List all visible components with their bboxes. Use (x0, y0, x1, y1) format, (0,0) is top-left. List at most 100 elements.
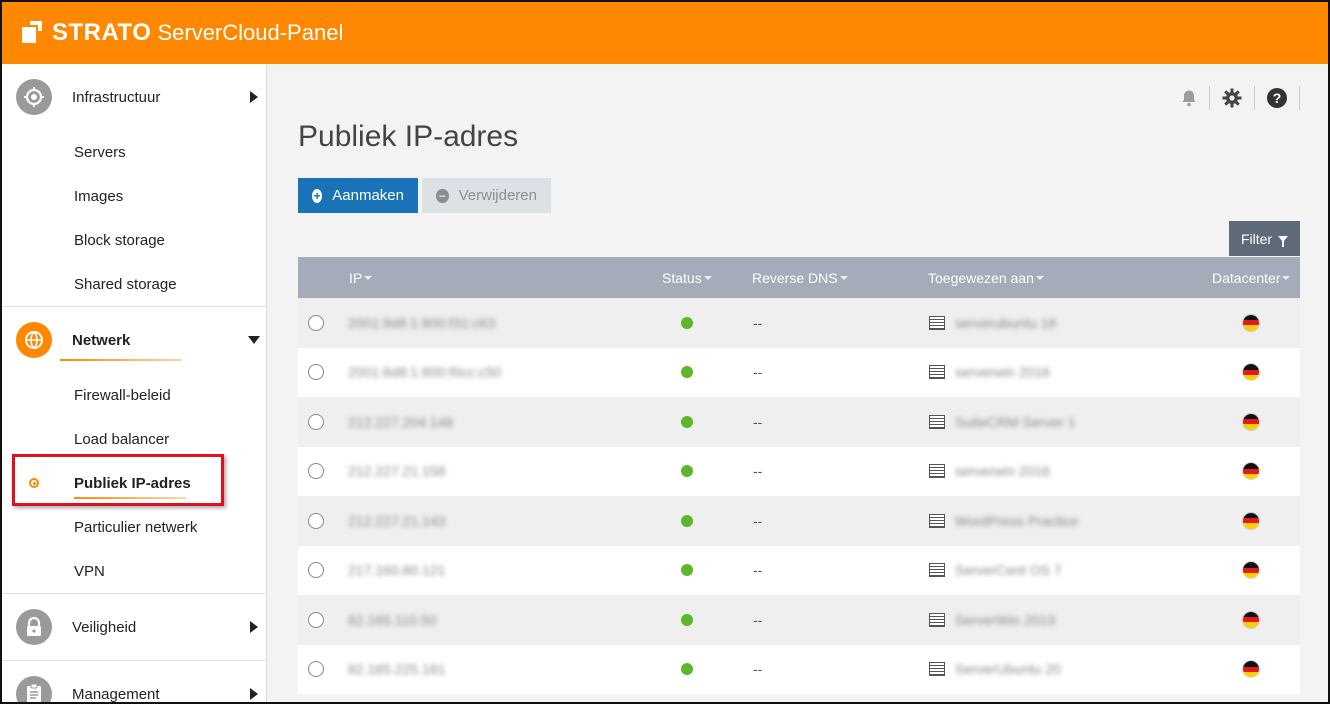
sidebar: Infrastructuur Servers Images Block stor… (2, 64, 267, 702)
ip-value: 212.227.21.158 (348, 463, 446, 480)
rdns-value: -- (753, 364, 763, 381)
sidebar-item-firewall-beleid[interactable]: Firewall-beleid (2, 373, 266, 417)
column-label: Reverse DNS (752, 269, 838, 286)
assigned-cell: serverwin 2016 (929, 348, 1050, 398)
bell-icon (1182, 90, 1196, 107)
nav-head-veiligheid[interactable]: Veiligheid (2, 594, 266, 660)
settings-button[interactable] (1210, 86, 1255, 110)
plus-circle-icon: + (312, 188, 323, 203)
ip-cell: 212.227.21.158 (348, 447, 445, 497)
assigned-cell: serverwin 2016 (929, 447, 1050, 497)
rdns-cell: -- (753, 397, 762, 447)
sidebar-item-publiek-ip-adres[interactable]: Publiek IP-adres (2, 461, 266, 505)
column-header-ip[interactable]: IP (349, 257, 373, 298)
sidebar-item-vpn[interactable]: VPN (2, 549, 266, 593)
assigned-cell: ServerCent OS 7 (929, 546, 1062, 596)
sidebar-item-load-balancer[interactable]: Load balancer (2, 417, 266, 461)
ip-cell: 2001:8d8:1:800:f0cc:c50 (348, 348, 501, 398)
row-radio[interactable] (308, 463, 324, 480)
germany-flag-icon (1243, 463, 1259, 480)
rdns-cell: -- (753, 348, 762, 398)
column-header-datacenter[interactable]: Datacenter (1212, 257, 1291, 298)
rdns-value: -- (753, 314, 763, 331)
notifications-button[interactable] (1169, 86, 1210, 110)
germany-flag-icon (1243, 611, 1259, 628)
rdns-cell: -- (753, 298, 762, 348)
ip-value: 2001:8d8:1:800:f0cc:c50 (348, 364, 502, 381)
delete-button[interactable]: − Verwijderen (422, 178, 551, 213)
row-select-cell (308, 496, 324, 546)
table-row[interactable]: 82.165.110.50 -- ServerWin 2019 (298, 595, 1300, 645)
assigned-cell: WordPress Practice (929, 496, 1078, 546)
minus-circle-icon: − (436, 188, 449, 203)
status-active-icon (681, 366, 693, 379)
app-frame: STRATO ServerCloud-Panel Infrastructuur … (0, 0, 1330, 704)
nav-section-netwerk: Netwerk Firewall-beleid Load balancer Pu… (2, 307, 266, 594)
ip-value: 212.227.204.148 (348, 413, 454, 430)
active-dot-icon (29, 478, 39, 488)
row-select-cell (308, 348, 324, 398)
assigned-value: ServerCent OS 7 (955, 562, 1062, 579)
sidebar-item-images[interactable]: Images (2, 174, 266, 218)
row-select-cell (308, 546, 324, 596)
column-header-toegewezen-aan[interactable]: Toegewezen aan (928, 257, 1044, 298)
nav-head-management[interactable]: Management (2, 661, 266, 702)
assigned-value: serverwin 2016 (955, 463, 1050, 480)
nav-label-veiligheid: Veiligheid (72, 618, 137, 636)
nav-head-infrastructuur[interactable]: Infrastructuur (2, 64, 266, 130)
table-row[interactable]: 217.160.80.121 -- ServerCent OS 7 (298, 545, 1300, 596)
germany-flag-icon (1243, 413, 1259, 430)
status-cell (681, 546, 693, 596)
ip-cell: 82.165.110.50 (348, 595, 437, 645)
rdns-cell: -- (753, 595, 762, 645)
row-radio[interactable] (308, 661, 324, 678)
server-icon (929, 662, 945, 677)
column-header-reverse-dns[interactable]: Reverse DNS (752, 257, 848, 298)
status-active-icon (681, 663, 693, 676)
sidebar-item-block-storage[interactable]: Block storage (2, 218, 266, 262)
status-cell (681, 645, 693, 695)
nav-head-netwerk[interactable]: Netwerk (2, 307, 266, 373)
top-header: STRATO ServerCloud-Panel (2, 2, 1328, 64)
sort-caret-icon (1035, 275, 1044, 280)
status-cell (681, 496, 693, 546)
sort-caret-icon (839, 275, 848, 280)
row-select-cell (308, 397, 324, 447)
help-button[interactable]: ? (1255, 86, 1300, 110)
filter-funnel-icon (1278, 235, 1289, 247)
row-radio[interactable] (308, 314, 324, 331)
row-radio[interactable] (308, 413, 324, 430)
sidebar-item-servers[interactable]: Servers (2, 130, 266, 174)
server-icon (929, 414, 945, 429)
status-cell (681, 298, 693, 348)
table-row[interactable]: 82.165.225.181 -- ServerUbuntu 20 (298, 644, 1300, 695)
ip-value: 82.165.110.50 (348, 611, 437, 628)
table-row[interactable]: 212.227.21.143 -- WordPress Practice (298, 496, 1300, 546)
chevron-right-icon (250, 688, 258, 700)
table-row[interactable]: 212.227.21.158 -- serverwin 2016 (298, 446, 1300, 497)
column-header-status[interactable]: Status (662, 257, 712, 298)
table-row[interactable]: 2001:8d8:1:800:f0cc:c50 -- serverwin 2016 (298, 347, 1300, 398)
assigned-cell: serverubuntu 18 (929, 298, 1056, 348)
datacenter-cell (1243, 645, 1259, 695)
sort-caret-icon (703, 275, 712, 280)
row-radio[interactable] (308, 611, 324, 628)
active-item-underline (74, 497, 186, 499)
assigned-cell: ServerUbuntu 20 (929, 645, 1061, 695)
filter-button[interactable]: Filter (1229, 221, 1300, 256)
create-button[interactable]: + Aanmaken (298, 178, 418, 213)
table-row[interactable]: 212.227.204.148 -- SuiteCRM Server 1 (298, 397, 1300, 447)
server-icon (929, 464, 945, 479)
row-radio[interactable] (308, 562, 324, 579)
row-radio[interactable] (308, 512, 324, 529)
sidebar-item-particulier-netwerk[interactable]: Particulier netwerk (2, 505, 266, 549)
status-cell (681, 348, 693, 398)
sidebar-item-shared-storage[interactable]: Shared storage (2, 262, 266, 306)
sort-caret-icon (364, 275, 373, 280)
infrastructure-icon (16, 79, 52, 115)
table-row[interactable]: 2001:8d8:1:800:f31:c63 -- serverubuntu 18 (298, 298, 1300, 348)
row-radio[interactable] (308, 364, 324, 381)
rdns-cell: -- (753, 447, 762, 497)
assigned-value: ServerUbuntu 20 (955, 661, 1061, 678)
server-icon (929, 563, 945, 578)
